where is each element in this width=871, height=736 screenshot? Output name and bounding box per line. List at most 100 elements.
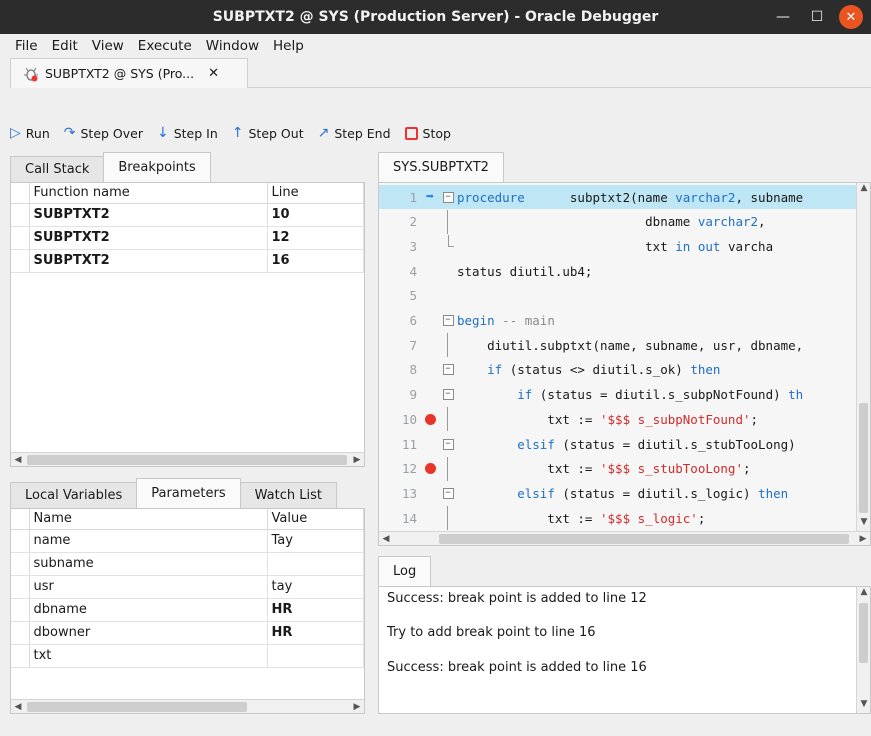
menu-file[interactable]: File xyxy=(8,38,45,54)
scroll-right-icon[interactable]: ▶ xyxy=(856,534,870,544)
fold-toggle-icon[interactable]: − xyxy=(439,315,457,326)
scroll-down-icon[interactable]: ▼ xyxy=(857,699,871,713)
scroll-down-icon[interactable]: ▼ xyxy=(857,517,871,531)
code-line[interactable]: 10 txt := '$$$ s_subpNotFound'; xyxy=(379,407,857,432)
menu-help[interactable]: Help xyxy=(266,38,311,54)
code-text: diutil.subptxt(name, subname, usr, dbnam… xyxy=(457,337,804,353)
tab-breakpoints[interactable]: Breakpoints xyxy=(103,152,211,182)
fold-toggle-icon[interactable]: − xyxy=(439,191,457,203)
code-editor[interactable]: 1 ➡ − procedure subptxt2(name varchar2, sub… xyxy=(378,182,871,546)
fold-toggle-icon[interactable]: − xyxy=(439,389,457,401)
table-row[interactable]: SUBPTXT2 12 xyxy=(11,226,364,250)
stop-button[interactable]: Stop xyxy=(404,126,451,141)
param-value[interactable]: HR xyxy=(267,598,364,622)
breakpoint-icon[interactable] xyxy=(421,413,439,425)
param-value[interactable]: HR xyxy=(267,621,364,645)
table-row[interactable]: usr tay xyxy=(11,575,364,599)
code-line[interactable]: 11 − elsif (status = diutil.s_stubTooLong… xyxy=(379,432,857,456)
scroll-up-icon[interactable]: ▲ xyxy=(857,587,871,601)
scroll-thumb[interactable] xyxy=(859,603,868,663)
maximize-icon[interactable]: ☐ xyxy=(805,5,829,29)
scroll-right-icon[interactable]: ▶ xyxy=(350,702,364,712)
horizontal-scrollbar[interactable]: ◀ ▶ xyxy=(11,699,364,713)
scroll-left-icon[interactable]: ◀ xyxy=(11,702,25,712)
document-tab[interactable]: SUBPTXT2 @ SYS (Pro... ✕ xyxy=(10,58,248,88)
table-row[interactable]: name Tay xyxy=(11,529,364,553)
tab-editor-file[interactable]: SYS.SUBPTXT2 xyxy=(378,152,504,182)
fold-toggle-icon[interactable]: − xyxy=(439,487,457,499)
code-line[interactable]: 7 diutil.subptxt(name, subname, usr, dbn… xyxy=(379,333,857,358)
scroll-thumb[interactable] xyxy=(27,702,247,712)
code-line[interactable]: 12 txt := '$$$ s_stubTooLong'; xyxy=(379,456,857,481)
fold-toggle-icon[interactable]: − xyxy=(439,438,457,450)
step-out-button[interactable]: ↑ Step Out xyxy=(232,126,304,141)
tab-watch-list[interactable]: Watch List xyxy=(239,482,337,508)
tab-local-variables[interactable]: Local Variables xyxy=(10,482,138,508)
horizontal-scrollbar[interactable]: ◀ ▶ xyxy=(379,531,870,545)
log-line: Success: break point is added to line 12 xyxy=(387,591,647,606)
tab-call-stack[interactable]: Call Stack xyxy=(10,156,105,182)
menu-window[interactable]: Window xyxy=(199,38,266,54)
column-value[interactable]: Value xyxy=(267,509,364,530)
code-text: status diutil.ub4; xyxy=(457,263,593,279)
code-text: elsif (status = diutil.s_logic) then xyxy=(517,485,789,501)
line-number: 6 xyxy=(409,313,417,328)
code-line[interactable]: 3 txt in out varcha xyxy=(379,234,857,258)
scroll-right-icon[interactable]: ▶ xyxy=(350,455,364,465)
param-value[interactable] xyxy=(267,644,364,668)
table-row[interactable]: txt xyxy=(11,644,364,668)
step-over-label: Step Over xyxy=(80,125,143,141)
table-row[interactable]: SUBPTXT2 16 xyxy=(11,249,364,273)
parameters-panel: Name Value name Tay subname usr tay dbna… xyxy=(10,508,365,714)
code-line[interactable]: 8 − if (status <> diutil.s_ok) then xyxy=(379,358,857,382)
vertical-scrollbar[interactable]: ▲ ▼ xyxy=(856,587,870,713)
code-line[interactable]: 4 status diutil.ub4; xyxy=(379,259,857,283)
step-out-icon: ↑ xyxy=(231,125,244,141)
column-line[interactable]: Line xyxy=(267,183,364,204)
code-area[interactable]: 1 ➡ − procedure subptxt2(name varchar2, sub… xyxy=(379,185,857,531)
code-line[interactable]: 5 xyxy=(379,284,857,308)
scroll-thumb[interactable] xyxy=(27,455,347,465)
column-function-name[interactable]: Function name xyxy=(29,183,268,204)
minimize-icon[interactable]: — xyxy=(771,5,795,29)
fold-toggle-icon[interactable]: − xyxy=(439,364,457,376)
tab-log[interactable]: Log xyxy=(378,556,432,586)
step-in-button[interactable]: ↓ Step In xyxy=(157,126,218,141)
scroll-thumb[interactable] xyxy=(859,403,868,513)
vertical-scrollbar[interactable]: ▲ ▼ xyxy=(856,183,870,531)
table-row[interactable]: dbowner HR xyxy=(11,621,364,645)
table-row[interactable]: subname xyxy=(11,552,364,576)
code-line[interactable]: 9 − if (status = diutil.s_subpNotFound) t… xyxy=(379,383,857,407)
line-number: 2 xyxy=(409,214,417,230)
menu-execute[interactable]: Execute xyxy=(131,38,199,54)
row-gutter xyxy=(11,598,30,622)
row-gutter xyxy=(11,226,30,250)
scroll-left-icon[interactable]: ◀ xyxy=(379,534,393,544)
current-line-arrow-icon[interactable]: ➡ xyxy=(421,189,439,205)
param-value[interactable]: Tay xyxy=(267,529,364,553)
step-end-button[interactable]: ↗ Step End xyxy=(318,126,391,141)
code-line[interactable]: 13 − elsif (status = diutil.s_logic) then xyxy=(379,481,857,505)
tab-parameters[interactable]: Parameters xyxy=(136,478,241,508)
code-line[interactable]: 6 − begin -- main xyxy=(379,309,857,333)
param-value[interactable]: tay xyxy=(267,575,364,599)
menu-edit[interactable]: Edit xyxy=(45,38,85,54)
breakpoint-icon[interactable] xyxy=(421,463,439,475)
breakpoints-table: Function name Line SUBPTXT2 10 SUBPTXT2 … xyxy=(11,183,364,273)
table-row[interactable]: SUBPTXT2 10 xyxy=(11,203,364,227)
table-row[interactable]: dbname HR xyxy=(11,598,364,622)
code-line[interactable]: 14 txt := '$$$ s_logic'; xyxy=(379,506,857,531)
horizontal-scrollbar[interactable]: ◀ ▶ xyxy=(11,452,364,466)
scroll-up-icon[interactable]: ▲ xyxy=(857,183,871,197)
param-value[interactable] xyxy=(267,552,364,576)
code-line[interactable]: 2 dbname varchar2, xyxy=(379,209,857,234)
run-button[interactable]: ▷ Run xyxy=(10,126,50,141)
menu-view[interactable]: View xyxy=(85,38,131,54)
scroll-left-icon[interactable]: ◀ xyxy=(11,455,25,465)
close-icon[interactable]: ✕ xyxy=(839,5,863,29)
column-name[interactable]: Name xyxy=(29,509,268,530)
step-over-button[interactable]: ↷ Step Over xyxy=(64,126,143,141)
close-tab-icon[interactable]: ✕ xyxy=(208,66,219,81)
scroll-thumb[interactable] xyxy=(439,534,849,544)
code-line[interactable]: 1 ➡ − procedure subptxt2(name varchar2, sub… xyxy=(379,185,857,209)
